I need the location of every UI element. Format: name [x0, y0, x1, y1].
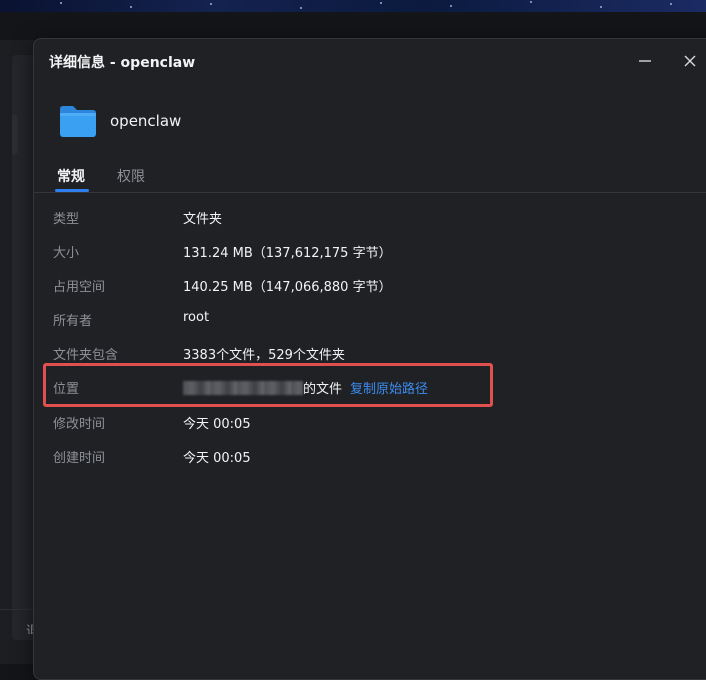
created-value: 今天 00:05 [183, 451, 251, 466]
location-value: 的文件 复制原始路径 [183, 378, 428, 397]
created-label: 创建时间 [53, 451, 106, 466]
type-label: 类型 [53, 212, 80, 227]
background-panel-tab [12, 115, 18, 155]
info-row-type: 类型 文件夹 [34, 205, 706, 229]
copy-original-path-link[interactable]: 复制原始路径 [350, 382, 428, 397]
info-row-owner: 所有者 root [34, 307, 706, 331]
disk-usage-value: 140.25 MB（147,066,880 字节） [183, 280, 392, 295]
minimize-button[interactable] [633, 49, 657, 73]
info-row-contains: 文件夹包含 3383个文件，529个文件夹 [34, 341, 706, 365]
contains-value: 3383个文件，529个文件夹 [183, 348, 345, 363]
type-value: 文件夹 [183, 212, 223, 227]
file-header: openclaw [58, 101, 181, 141]
tab-bar: 常规 权限 [34, 159, 706, 193]
location-label: 位置 [53, 382, 80, 397]
modified-label: 修改时间 [53, 417, 106, 432]
tab-permissions[interactable]: 权限 [117, 166, 145, 186]
size-label: 大小 [53, 246, 80, 261]
dialog-titlebar: 详细信息 - openclaw [34, 39, 706, 83]
desktop-wallpaper [0, 0, 706, 12]
size-value: 131.24 MB（137,612,175 字节） [183, 246, 392, 261]
disk-usage-label: 占用空间 [53, 280, 106, 295]
close-button[interactable] [678, 49, 702, 73]
info-row-modified: 修改时间 今天 00:05 [34, 410, 706, 434]
redacted-path [183, 381, 303, 395]
dialog-title: 详细信息 - openclaw [49, 55, 196, 71]
owner-label: 所有者 [53, 314, 93, 329]
info-row-created: 创建时间 今天 00:05 [34, 444, 706, 468]
owner-value: root [183, 310, 210, 325]
close-icon [684, 55, 696, 67]
background-divider [0, 609, 33, 610]
folder-icon [60, 106, 96, 137]
modified-value: 今天 00:05 [183, 417, 251, 432]
minimize-icon [639, 60, 651, 62]
active-tab-indicator [55, 189, 89, 192]
folder-name: openclaw [110, 112, 182, 130]
contains-label: 文件夹包含 [53, 348, 119, 363]
info-row-disk-usage: 占用空间 140.25 MB（147,066,880 字节） [34, 273, 706, 297]
tab-general[interactable]: 常规 [57, 166, 85, 186]
location-suffix: 的文件 [303, 382, 343, 397]
info-row-location: 位置 的文件 复制原始路径 [34, 375, 706, 399]
info-row-size: 大小 131.24 MB（137,612,175 字节） [34, 239, 706, 263]
properties-dialog: 详细信息 - openclaw openclaw 常规 权限 类型 文件夹 大小… [33, 38, 706, 680]
